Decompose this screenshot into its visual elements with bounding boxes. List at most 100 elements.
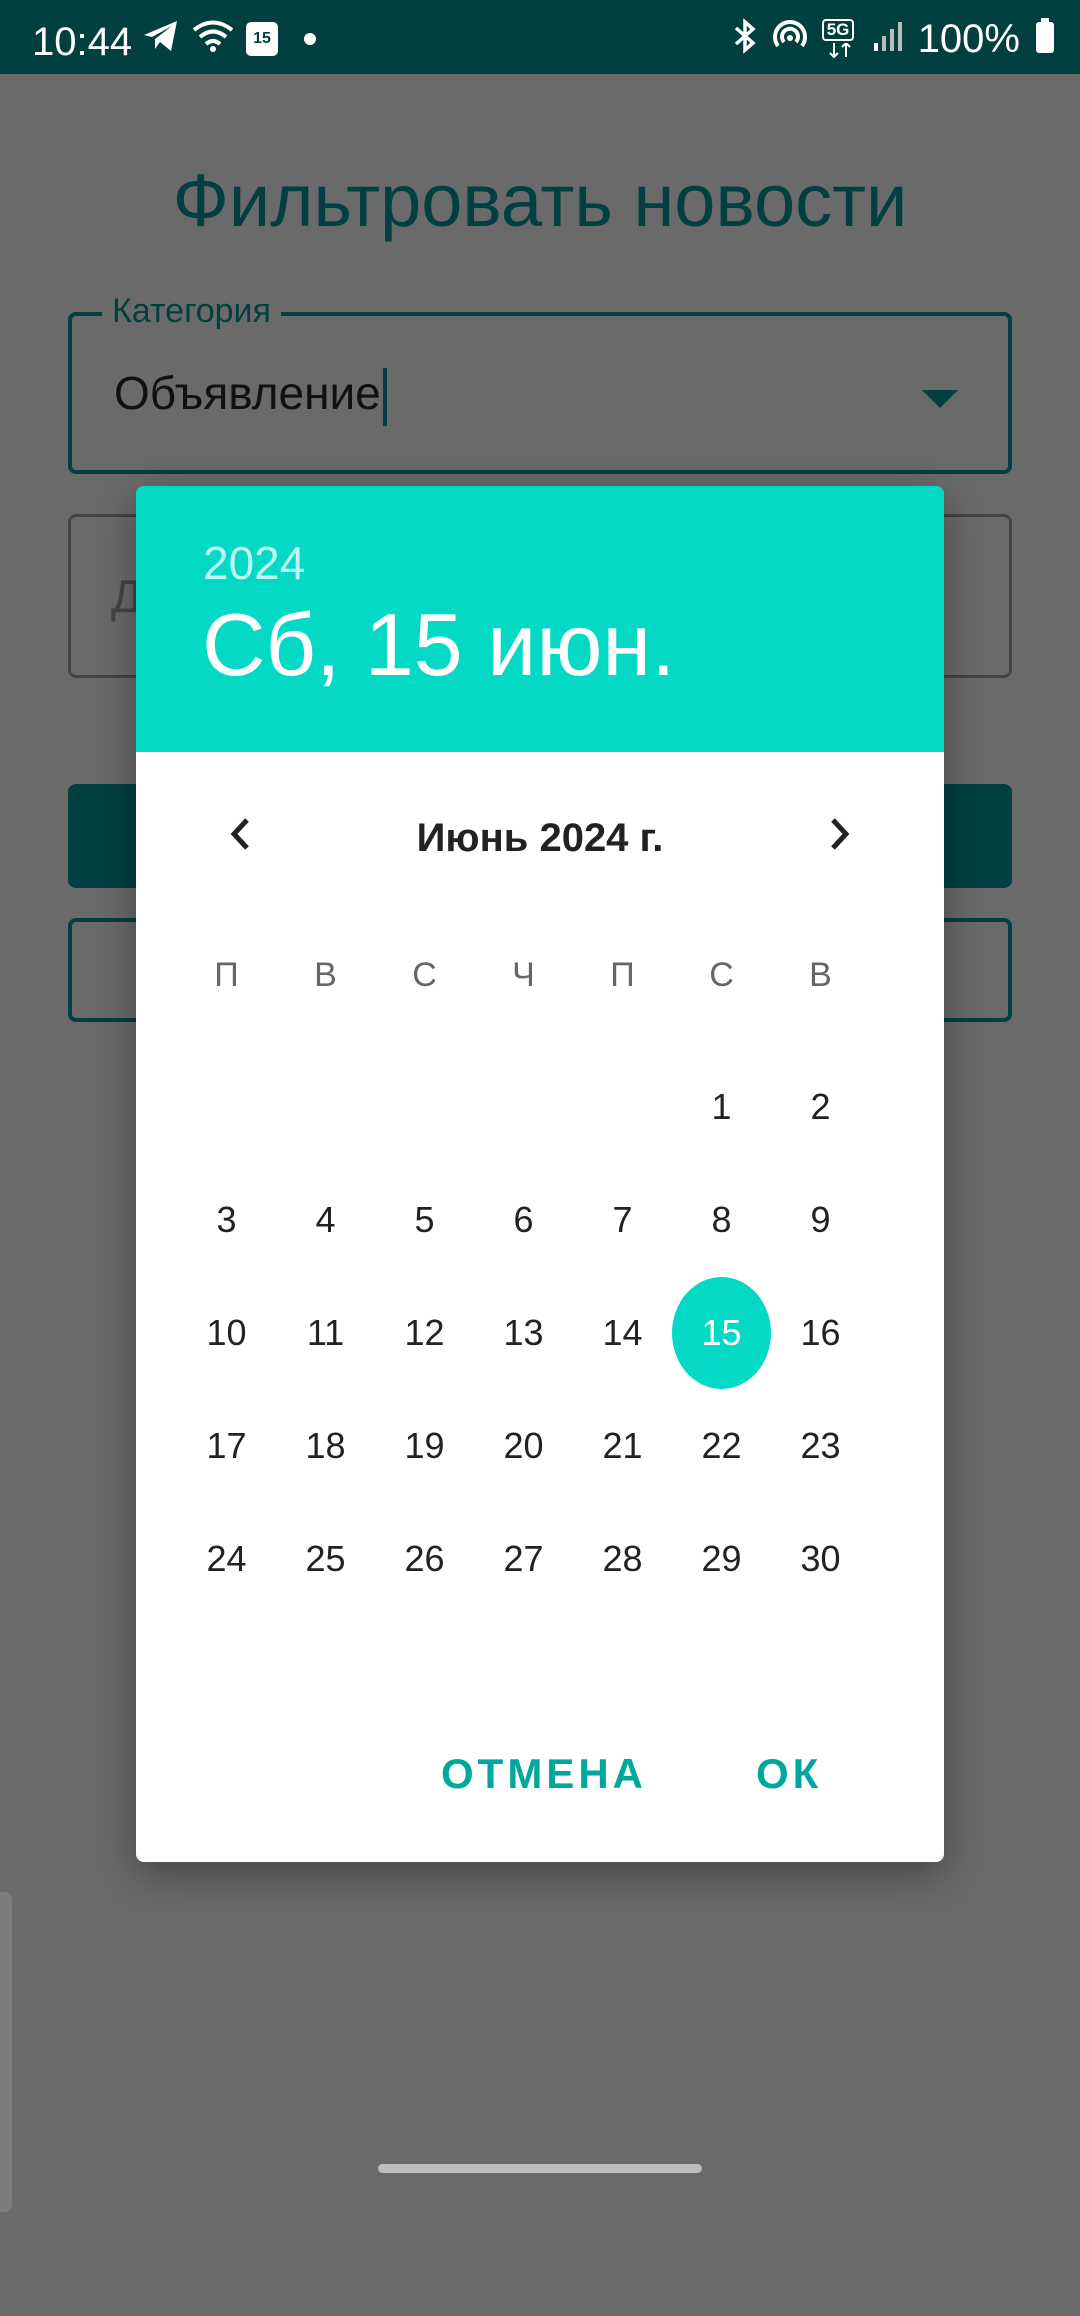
- calendar-day[interactable]: 4: [276, 1163, 375, 1276]
- weekday-label: П: [214, 956, 239, 994]
- day-number: 14: [602, 1311, 643, 1353]
- weekday-header-row: ПВСЧПСВ: [177, 956, 870, 1006]
- day-number: 7: [612, 1198, 633, 1240]
- dialog-actions: ОТМЕНА ОК: [136, 1734, 944, 1814]
- telegram-icon: [142, 18, 180, 59]
- selected-day[interactable]: 15: [672, 1276, 771, 1389]
- day-number: 11: [306, 1311, 345, 1353]
- day-number: 23: [800, 1424, 841, 1466]
- empty-day-cell: [177, 1050, 276, 1163]
- status-bar: 10:44 15 5G 100%: [0, 0, 1080, 74]
- day-number: 28: [602, 1537, 643, 1579]
- calendar-day[interactable]: 26: [375, 1502, 474, 1615]
- ok-button[interactable]: ОК: [756, 1734, 822, 1814]
- calendar-day[interactable]: 22: [672, 1389, 771, 1502]
- day-number: 24: [206, 1537, 247, 1579]
- battery-percent: 100%: [917, 16, 1020, 61]
- day-number: 5: [414, 1198, 435, 1240]
- weekday-label: Ч: [512, 956, 535, 994]
- month-navigation: Июнь 2024 г.: [136, 778, 944, 890]
- weekday-label: С: [709, 956, 734, 994]
- empty-day-cell: [573, 1050, 672, 1163]
- side-panel-handle[interactable]: [0, 1892, 12, 2212]
- chevron-right-icon: [825, 814, 855, 859]
- wifi-icon: [192, 19, 234, 58]
- calendar-day[interactable]: 30: [771, 1502, 870, 1615]
- cancel-button[interactable]: ОТМЕНА: [441, 1734, 647, 1814]
- date-picker-header: 2024 Сб, 15 июн.: [136, 486, 944, 752]
- battery-icon: [1034, 18, 1056, 59]
- hotspot-icon: [772, 18, 808, 59]
- calendar-day[interactable]: 23: [771, 1389, 870, 1502]
- weekday-label: В: [809, 956, 832, 994]
- day-number: 3: [216, 1198, 237, 1240]
- day-number: 10: [206, 1311, 247, 1353]
- notification-dot-icon: [304, 32, 316, 45]
- 5g-label: 5G: [821, 18, 855, 41]
- day-number: 15: [672, 1276, 771, 1389]
- calendar-day[interactable]: 12: [375, 1276, 474, 1389]
- calendar-day[interactable]: 11: [276, 1276, 375, 1389]
- calendar-day[interactable]: 29: [672, 1502, 771, 1615]
- page-title: Фильтровать новости: [172, 159, 908, 242]
- date-picker-dialog: 2024 Сб, 15 июн. Июнь 2024 г. ПВСЧПСВ 12…: [136, 486, 944, 1862]
- day-number: 26: [404, 1537, 445, 1579]
- day-number: 20: [503, 1424, 544, 1466]
- signal-icon: [872, 19, 904, 58]
- calendar-day[interactable]: 20: [474, 1389, 573, 1502]
- header-year[interactable]: 2024: [203, 536, 305, 590]
- day-number: 29: [701, 1537, 742, 1579]
- calendar-day[interactable]: 8: [672, 1163, 771, 1276]
- empty-day-cell: [276, 1050, 375, 1163]
- calendar-day[interactable]: 27: [474, 1502, 573, 1615]
- day-number: 27: [503, 1537, 544, 1579]
- category-label: Категория: [102, 292, 281, 331]
- gesture-nav-bar[interactable]: [378, 2164, 702, 2173]
- day-number: 30: [800, 1537, 841, 1579]
- calendar-day[interactable]: 14: [573, 1276, 672, 1389]
- calendar-day[interactable]: 16: [771, 1276, 870, 1389]
- day-number: 25: [305, 1537, 346, 1579]
- day-number: 12: [404, 1311, 445, 1353]
- calendar-day[interactable]: 17: [177, 1389, 276, 1502]
- calendar-day[interactable]: 5: [375, 1163, 474, 1276]
- header-selected-date: Сб, 15 июн.: [202, 595, 676, 694]
- calendar-day[interactable]: 21: [573, 1389, 672, 1502]
- calendar-day[interactable]: 13: [474, 1276, 573, 1389]
- day-number: 18: [305, 1424, 346, 1466]
- empty-day-cell: [375, 1050, 474, 1163]
- category-dropdown[interactable]: Категория Объявление: [68, 292, 1012, 474]
- day-number: 22: [701, 1424, 742, 1466]
- bluetooth-icon: [732, 18, 758, 59]
- status-time: 10:44: [32, 20, 133, 64]
- calendar-day[interactable]: 6: [474, 1163, 573, 1276]
- calendar-day[interactable]: 25: [276, 1502, 375, 1615]
- calendar-day[interactable]: 3: [177, 1163, 276, 1276]
- 5g-icon: 5G: [821, 18, 858, 59]
- empty-day-cell: [474, 1050, 573, 1163]
- status-right-icons: 5G 100%: [732, 18, 1056, 59]
- day-number: 19: [404, 1424, 445, 1466]
- weekday-label: П: [610, 956, 635, 994]
- day-number: 17: [206, 1424, 247, 1466]
- day-number: 16: [800, 1311, 841, 1353]
- calendar-icon: 15: [246, 21, 278, 56]
- dropdown-arrow-icon[interactable]: [922, 390, 958, 408]
- category-value-text: Объявление: [114, 367, 381, 419]
- calendar-day[interactable]: 19: [375, 1389, 474, 1502]
- calendar-day[interactable]: 7: [573, 1163, 672, 1276]
- category-value: Объявление: [114, 366, 387, 426]
- calendar-day[interactable]: 24: [177, 1502, 276, 1615]
- next-month-button[interactable]: [812, 808, 868, 864]
- calendar-day[interactable]: 9: [771, 1163, 870, 1276]
- calendar-day[interactable]: 2: [771, 1050, 870, 1163]
- calendar-day[interactable]: 28: [573, 1502, 672, 1615]
- calendar-day[interactable]: 1: [672, 1050, 771, 1163]
- day-number: 6: [513, 1198, 534, 1240]
- calendar-day[interactable]: 18: [276, 1389, 375, 1502]
- status-left-icons: 15: [142, 18, 316, 59]
- calendar-day[interactable]: 10: [177, 1276, 276, 1389]
- weekday-label: В: [314, 956, 337, 994]
- day-number: 21: [602, 1424, 643, 1466]
- weekday-label: С: [412, 956, 437, 994]
